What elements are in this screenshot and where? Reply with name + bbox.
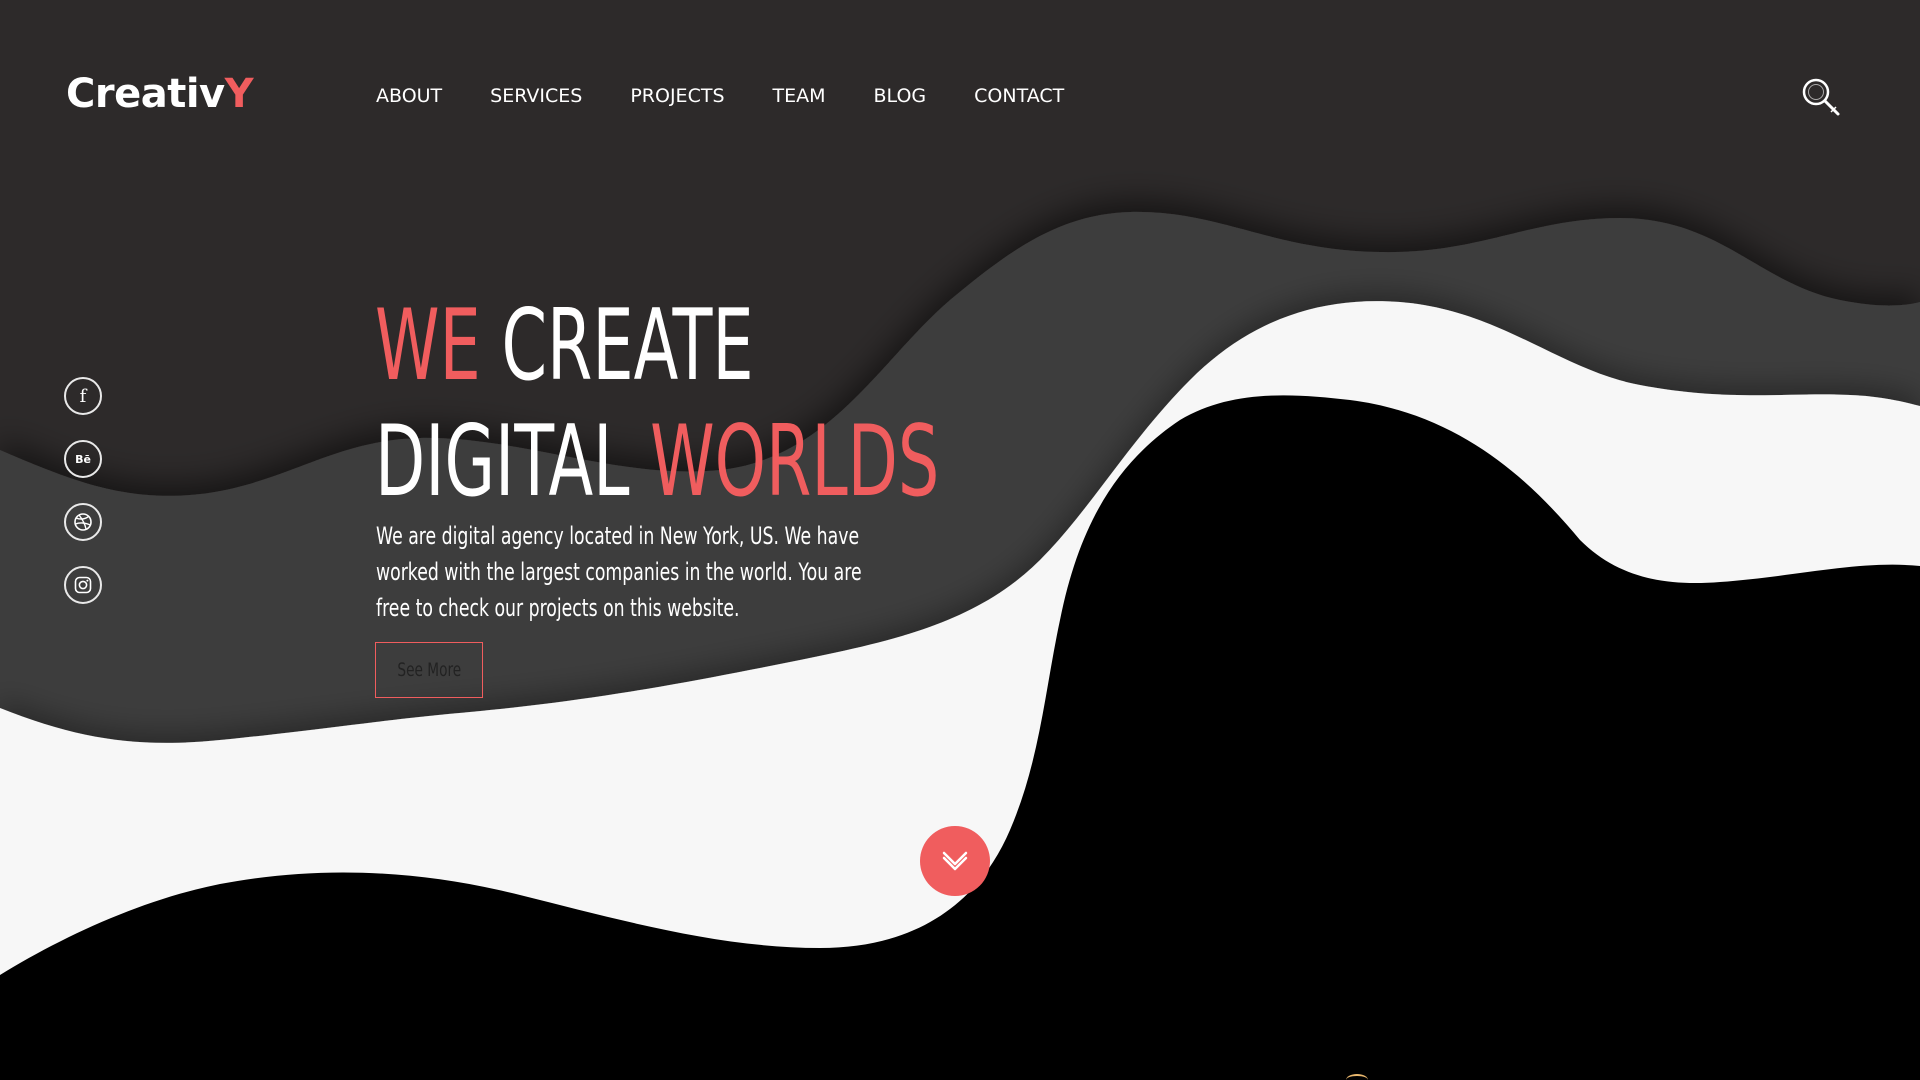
search-icon (1802, 78, 1840, 116)
hero-title-line2: DIGITAL (375, 405, 651, 519)
hero-title-accent-2: WORLDS (650, 405, 940, 519)
logo-text: Creativ (66, 71, 225, 117)
instagram-link[interactable] (64, 566, 102, 604)
social-links: f Bē (64, 377, 102, 629)
search-button[interactable] (1800, 76, 1844, 120)
instagram-icon (74, 576, 92, 594)
nav-item-services[interactable]: SERVICES (490, 82, 582, 110)
hero-title-accent-1: WE (375, 289, 481, 403)
hero-title-line1: CREATE (480, 289, 754, 403)
see-more-label: See More (397, 659, 461, 681)
nav-item-team[interactable]: TEAM (773, 82, 826, 110)
hero-description: We are digital agency located in New Yor… (376, 522, 862, 622)
logo-accent-letter: Y (224, 71, 254, 117)
dribbble-link[interactable] (64, 503, 102, 541)
behance-icon: Bē (75, 452, 91, 466)
main-nav: ABOUT SERVICES PROJECTS TEAM BLOG CONTAC… (376, 82, 1064, 110)
nav-item-contact[interactable]: CONTACT (974, 82, 1064, 110)
see-more-button[interactable]: See More (375, 642, 483, 698)
facebook-link[interactable]: f (64, 377, 102, 415)
chevron-down-icon (942, 851, 968, 871)
dribbble-icon (74, 513, 92, 531)
nav-item-blog[interactable]: BLOG (874, 82, 927, 110)
nav-item-about[interactable]: ABOUT (376, 82, 442, 110)
nav-item-projects[interactable]: PROJECTS (630, 82, 724, 110)
brand-logo[interactable]: CreativY (66, 70, 254, 118)
hero-wave-background (0, 0, 1920, 1080)
scroll-down-button[interactable] (920, 826, 990, 896)
decorative-arc (1346, 1074, 1368, 1080)
hero-title: WE CREATE DIGITAL WORLDS (375, 288, 939, 520)
facebook-icon: f (79, 385, 87, 407)
behance-link[interactable]: Bē (64, 440, 102, 478)
